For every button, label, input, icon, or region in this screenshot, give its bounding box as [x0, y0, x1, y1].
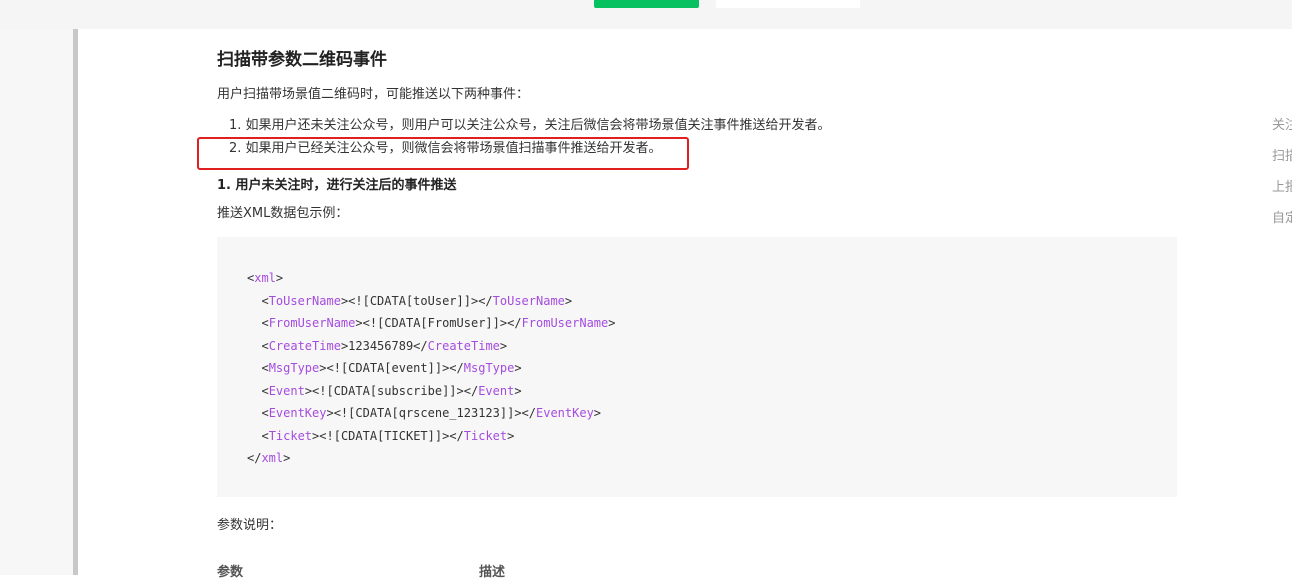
code-text: <: [247, 316, 269, 330]
code-text: ><![CDATA[event]]></: [319, 361, 464, 375]
code-text: ><![CDATA[toUser]]></: [340, 293, 493, 308]
toc-item[interactable]: 关注: [1272, 114, 1292, 145]
toc-item[interactable]: 上报: [1272, 176, 1292, 207]
code-line: <ToUserName><![CDATA[toUser]]></ToUserNa…: [247, 292, 616, 315]
code-text: >: [608, 316, 616, 330]
subheading: 1. 用户未关注时，进行关注后的事件推送: [217, 178, 457, 193]
code-text: ><![CDATA[qrscene_123123]]></: [326, 406, 536, 420]
code-text: >: [514, 383, 522, 398]
table-header-desc: 描述: [479, 565, 506, 580]
code-line: <xml>: [247, 269, 616, 292]
xml-tag-name: xml: [254, 271, 276, 285]
xml-tag-name: ToUserName: [492, 293, 565, 308]
code-line: <EventKey><![CDATA[qrscene_123123]]></Ev…: [247, 404, 616, 427]
xml-tag-name: Event: [268, 383, 305, 398]
xml-tag-name: EventKey: [268, 406, 327, 420]
code-block: <xml> <ToUserName><![CDATA[toUser]]></To…: [217, 237, 1177, 497]
xml-tag-name: FromUserName: [521, 316, 609, 330]
code-text: <: [247, 338, 269, 353]
section-title: 扫描带参数二维码事件: [217, 50, 387, 70]
code-text: >: [593, 406, 602, 420]
xml-tag-name: FromUserName: [268, 316, 356, 330]
code-text: </: [247, 451, 262, 465]
code-text: ><![CDATA[TICKET]]></: [312, 428, 464, 443]
code-text: >: [507, 428, 515, 443]
code-line: <CreateTime>123456789</CreateTime>: [247, 337, 616, 360]
code-text: >: [564, 293, 573, 308]
xml-tag-name: ToUserName: [268, 293, 341, 308]
xml-tag-name: Event: [478, 383, 515, 398]
xml-tag-name: Ticket: [463, 428, 508, 443]
doc-content: 扫描带参数二维码事件 用户扫描带场景值二维码时，可能推送以下两种事件： 1. 如…: [217, 0, 1177, 580]
sidebar-divider: [73, 29, 78, 575]
list-item: 1. 如果用户还未关注公众号，则用户可以关注公众号，关注后微信会将带场景值关注事…: [229, 118, 831, 133]
xml-tag-name: CreateTime: [427, 338, 500, 353]
code-line: </xml>: [247, 449, 616, 472]
code-text: <: [247, 293, 269, 308]
code-line: <MsgType><![CDATA[event]]></MsgType>: [247, 359, 616, 382]
xml-tag-name: MsgType: [268, 361, 320, 375]
xml-tag-name: Ticket: [268, 428, 313, 443]
code-text: <: [247, 383, 269, 398]
code-text: >: [499, 338, 508, 353]
params-caption: 参数说明：: [217, 518, 283, 533]
code-text: >: [514, 361, 522, 375]
xml-code: <xml> <ToUserName><![CDATA[toUser]]></To…: [247, 269, 616, 472]
code-text: >: [283, 451, 291, 465]
xml-tag-name: xml: [261, 451, 284, 465]
xml-tag-name: CreateTime: [268, 338, 341, 353]
code-text: ><![CDATA[subscribe]]></: [304, 383, 479, 398]
code-text: >: [275, 271, 284, 285]
code-line: <Event><![CDATA[subscribe]]></Event>: [247, 382, 616, 405]
xml-caption: 推送XML数据包示例：: [217, 206, 349, 221]
code-text: >123456789</: [340, 338, 428, 353]
toc-item[interactable]: 自定: [1272, 207, 1292, 238]
intro-text: 用户扫描带场景值二维码时，可能推送以下两种事件：: [217, 87, 530, 102]
toc-sidebar: 关注 扫描 上报 自定: [1272, 114, 1292, 238]
code-text: <: [247, 428, 269, 443]
code-text: <: [247, 361, 269, 375]
xml-tag-name: MsgType: [463, 361, 515, 375]
xml-tag-name: EventKey: [536, 406, 594, 420]
table-header-param: 参数: [217, 565, 244, 580]
left-sidebar: [0, 29, 73, 575]
code-line: <FromUserName><![CDATA[FromUser]]></From…: [247, 314, 616, 337]
code-line: <Ticket><![CDATA[TICKET]]></Ticket>: [247, 427, 616, 450]
highlight-box: [197, 137, 689, 170]
toc-item[interactable]: 扫描: [1272, 145, 1292, 176]
code-text: ><![CDATA[FromUser]]></: [355, 316, 522, 330]
code-text: <: [247, 406, 269, 420]
